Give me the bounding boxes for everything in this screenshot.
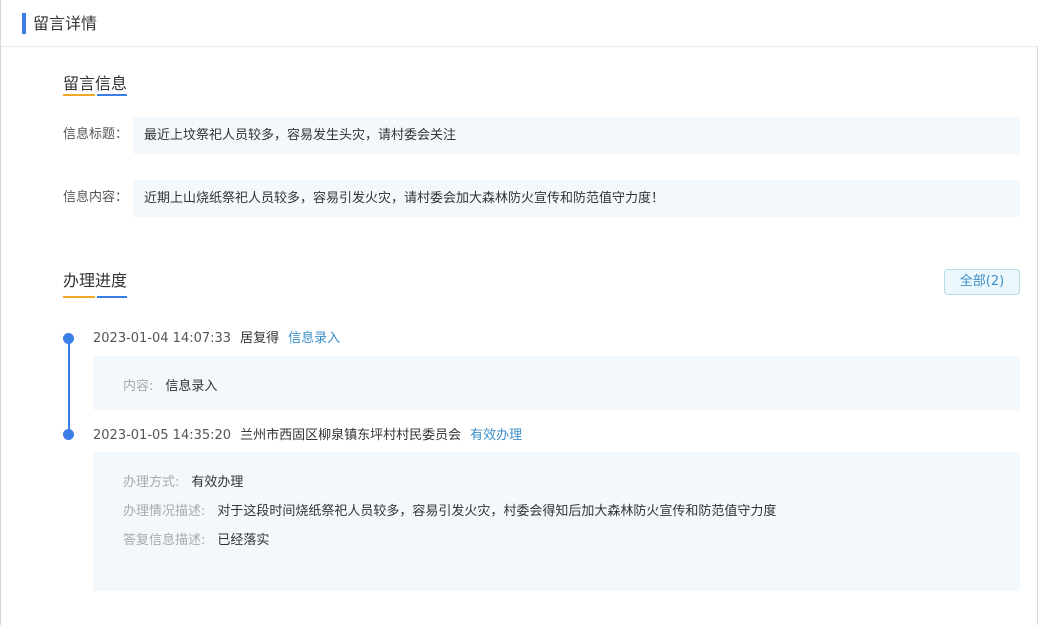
detail-row: 内容: 信息录入 — [123, 378, 217, 396]
entry-time: 2023-01-04 14:07:33 — [93, 331, 232, 346]
detail-row: 办理方式: 有效办理 — [123, 474, 243, 492]
entry-person: 居复得 — [240, 331, 280, 346]
detail-key: 办理情况描述: — [123, 504, 206, 519]
detail-value: 对于这段时间烧纸祭祀人员较多，容易引发火灾，村委会得知后加大森林防火宣传和防范值… — [217, 504, 777, 519]
section-underline-orange — [63, 94, 95, 96]
timeline-line — [68, 339, 70, 434]
timeline-dot — [63, 333, 74, 344]
entry-time: 2023-01-05 14:35:20 — [93, 428, 232, 443]
page-frame: 留言详情 留言信息 信息标题： 最近上坟祭祀人员较多，容易发生头灾，请村委会关注… — [0, 0, 1038, 625]
info-content-field: 近期上山烧纸祭祀人员较多，容易引发火灾，请村委会加大森林防火宣传和防范值守力度！ — [133, 180, 1020, 217]
message-info-section-title: 留言信息 — [63, 74, 128, 93]
section-underline-blue — [97, 94, 127, 96]
timeline-dot — [63, 429, 74, 440]
detail-row: 答复信息描述: 已经落实 — [123, 532, 269, 550]
entry-status: 有效办理 — [470, 428, 523, 443]
detail-value: 信息录入 — [165, 379, 218, 394]
timeline-entry-details: 办理方式: 有效办理 办理情况描述: 对于这段时间烧纸祭祀人员较多，容易引发火灾，村… — [93, 452, 1020, 591]
detail-key: 答复信息描述: — [123, 533, 206, 548]
section-underline-orange — [63, 296, 95, 298]
info-content-label: 信息内容： — [63, 190, 129, 205]
detail-value: 有效办理 — [191, 475, 244, 490]
timeline-entry-header: 2023-01-04 14:07:33 居复得 信息录入 — [93, 330, 349, 348]
page-header: 留言详情 — [1, 0, 1038, 47]
entry-person: 兰州市西固区柳泉镇东坪村村民委员会 — [240, 428, 462, 443]
page-title: 留言详情 — [33, 14, 98, 33]
detail-key: 办理方式: — [123, 475, 180, 490]
info-title-label: 信息标题： — [63, 127, 129, 142]
entry-status: 信息录入 — [288, 331, 341, 346]
detail-value: 已经落实 — [217, 533, 270, 548]
all-records-button[interactable]: 全部(2) — [944, 269, 1020, 295]
detail-key: 内容: — [123, 379, 154, 394]
section-underline-blue — [97, 296, 127, 298]
timeline-entry-header: 2023-01-05 14:35:20 兰州市西固区柳泉镇东坪村村民委员会 有效办理 — [93, 427, 531, 445]
timeline-entry-details: 内容: 信息录入 — [93, 356, 1020, 410]
header-accent-bar — [22, 13, 26, 34]
detail-row: 办理情况描述: 对于这段时间烧纸祭祀人员较多，容易引发火灾，村委会得知后加大森林防… — [123, 503, 776, 521]
progress-section-title: 办理进度 — [63, 271, 128, 290]
info-title-field: 最近上坟祭祀人员较多，容易发生头灾，请村委会关注 — [133, 117, 1020, 154]
